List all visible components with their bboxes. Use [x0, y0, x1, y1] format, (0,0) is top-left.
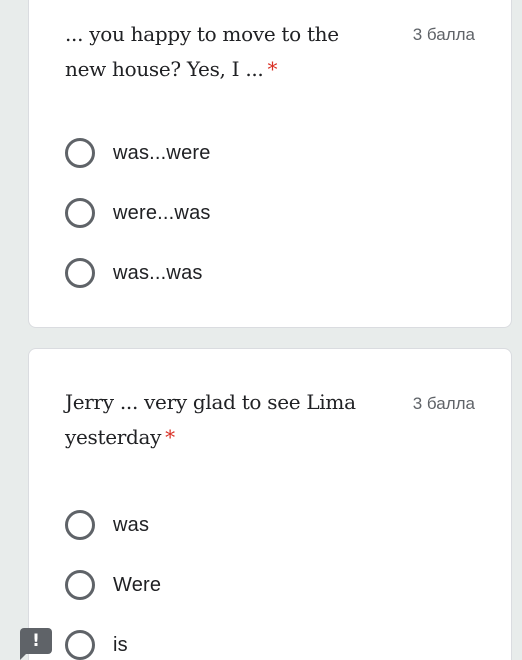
- question-points-2: 3 балла: [412, 394, 475, 413]
- question-card-2: Jerry ... very glad to see Lima yesterda…: [28, 348, 512, 660]
- question-card-1: ... you happy to move to the new house? …: [28, 0, 512, 328]
- option-1-3[interactable]: was...was: [65, 243, 211, 303]
- option-2-3[interactable]: is: [65, 615, 161, 660]
- radio-button[interactable]: [65, 570, 95, 600]
- radio-button[interactable]: [65, 258, 95, 288]
- option-1-1[interactable]: was...were: [65, 123, 211, 183]
- option-label[interactable]: was...was: [113, 262, 203, 285]
- option-label[interactable]: was: [113, 514, 149, 537]
- radio-button[interactable]: [65, 630, 95, 660]
- exclamation-icon: !: [32, 631, 40, 651]
- question-title-2: Jerry ... very glad to see Lima yesterda…: [65, 385, 385, 455]
- radio-button[interactable]: [65, 510, 95, 540]
- option-label[interactable]: Were: [113, 574, 161, 597]
- question-points-1: 3 балла: [412, 25, 475, 44]
- option-2-2[interactable]: Were: [65, 555, 161, 615]
- options-group-1: was...were were...was was...was: [65, 123, 211, 303]
- option-1-2[interactable]: were...was: [65, 183, 211, 243]
- radio-button[interactable]: [65, 198, 95, 228]
- option-label[interactable]: is: [113, 634, 128, 657]
- option-label[interactable]: was...were: [113, 142, 211, 165]
- required-asterisk-1: *: [267, 57, 278, 81]
- options-group-2: was Were is: [65, 495, 161, 660]
- report-button[interactable]: !: [20, 628, 52, 660]
- radio-button[interactable]: [65, 138, 95, 168]
- option-label[interactable]: were...was: [113, 202, 211, 225]
- question-text-1: ... you happy to move to the new house? …: [65, 22, 339, 81]
- required-asterisk-2: *: [165, 425, 175, 449]
- question-title-1: ... you happy to move to the new house? …: [65, 17, 385, 87]
- option-2-1[interactable]: was: [65, 495, 161, 555]
- question-text-2: Jerry ... very glad to see Lima yesterda…: [65, 390, 356, 449]
